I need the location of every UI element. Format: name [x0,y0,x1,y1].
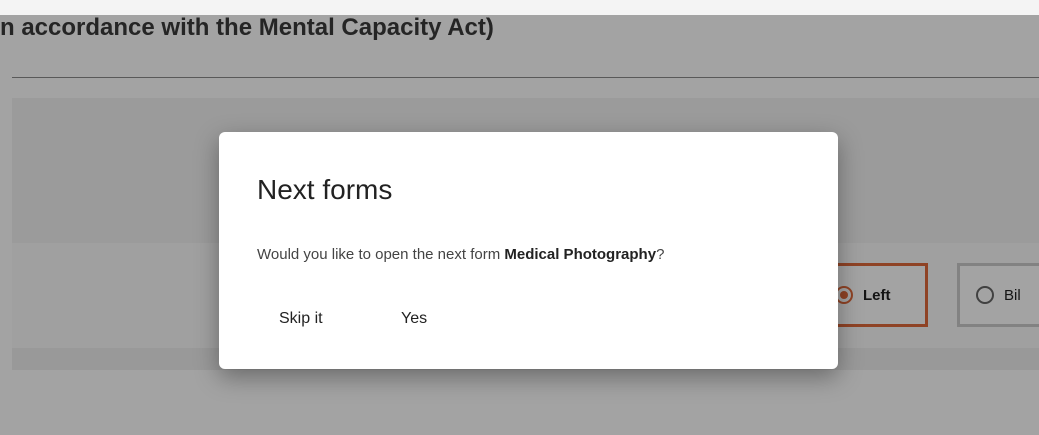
dialog-message-suffix: ? [656,246,665,263]
next-form-name: Medical Photography [504,246,657,263]
dialog-title: Next forms [257,174,393,205]
next-forms-dialog: Next forms Would you like to open the ne… [219,132,838,369]
yes-button[interactable]: Yes [379,298,449,340]
dialog-message-prefix: Would you like to open the next form [257,246,505,263]
skip-button[interactable]: Skip it [257,298,345,340]
dialog-message: Would you like to open the next form Med… [257,246,664,263]
top-strip [0,0,1039,15]
